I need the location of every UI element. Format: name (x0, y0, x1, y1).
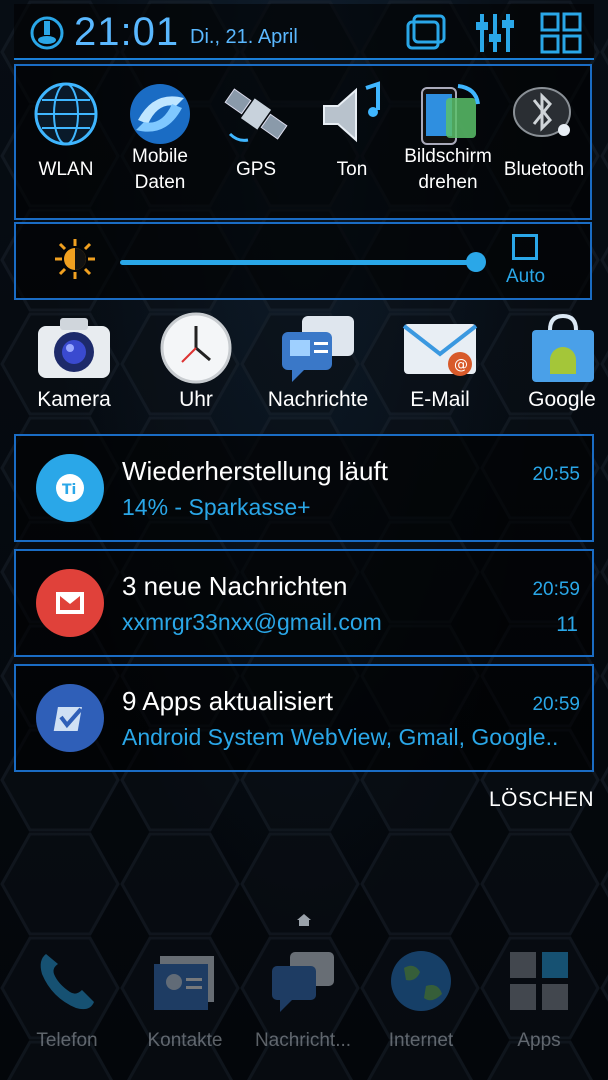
bluetooth-icon (513, 87, 571, 137)
notification-title: 3 neue Nachrichten (122, 571, 348, 601)
settings-sliders-icon[interactable] (472, 10, 518, 56)
dock-label: Kontakte (147, 1030, 223, 1051)
home-indicator-icon (297, 914, 311, 926)
apps-grid-icon (510, 952, 568, 1010)
qs-tile-bluetooth[interactable]: Bluetooth (496, 74, 592, 214)
gps-satellite-icon (224, 88, 288, 142)
shortcut-label: Uhr (179, 388, 213, 411)
notification-subtitle: Android System WebView, Gmail, Google.. (122, 724, 559, 750)
mobile-data-icon (130, 84, 190, 144)
notification-title: Wiederherstellung läuft (122, 456, 388, 486)
status-time: 21:01 (74, 10, 180, 54)
auto-brightness-checkbox[interactable] (512, 234, 538, 260)
clock-icon (160, 312, 232, 384)
brightness-sun-icon (55, 239, 95, 279)
power-icon[interactable] (30, 16, 64, 50)
notification-time: 20:59 (532, 694, 580, 715)
notification-card[interactable]: 3 neue Nachrichten xxmrgr33nxx@gmail.com… (14, 549, 594, 657)
notification-time: 20:59 (532, 579, 580, 600)
dock-label: Internet (388, 1030, 454, 1051)
edit-layout-icon[interactable] (538, 10, 584, 56)
brightness-slider-knob[interactable] (466, 252, 486, 272)
dock-label: Telefon (36, 1030, 98, 1051)
email-icon: @ (402, 324, 478, 376)
status-date: Di., 21. April (190, 26, 298, 48)
sound-icon (323, 81, 380, 143)
rotate-screen-icon (421, 84, 480, 145)
qs-tile-mobile-data[interactable]: Mobile Daten (112, 74, 208, 214)
notification-card[interactable]: Ti Wiederherstellung läuft 14% - Sparkas… (14, 434, 594, 542)
gmail-icon (36, 569, 104, 637)
qs-tile-gps[interactable]: GPS (208, 74, 304, 214)
app-shortcuts-row: Kamera Uhr Nachrichte @ E-Mail Google (14, 306, 608, 418)
shortcut-email[interactable]: @ E-Mail (380, 306, 500, 412)
shortcut-label: Google (528, 388, 596, 411)
notification-subtitle: xxmrgr33nxx@gmail.com (122, 609, 382, 635)
qs-label: Bildschirm drehen (404, 146, 492, 193)
shortcut-kamera[interactable]: Kamera (14, 306, 134, 412)
brightness-slider[interactable] (120, 260, 478, 265)
shortcut-nachrichten[interactable]: Nachrichte (258, 306, 378, 412)
svg-text:Ti: Ti (62, 482, 76, 498)
notification-time: 20:55 (532, 464, 580, 485)
quick-settings-panel: WLAN Mobile Daten GPS Ton Bildschirm dre… (14, 64, 592, 220)
messages-icon (282, 316, 354, 382)
qs-label: WLAN (38, 159, 94, 180)
svg-text:@: @ (454, 357, 468, 373)
camera-icon (38, 318, 110, 378)
play-store-update-icon (36, 684, 104, 752)
dock-label: Nachricht... (254, 1030, 352, 1051)
dock-item-internet[interactable]: Internet (362, 940, 480, 1052)
notification-card[interactable]: 9 Apps aktualisiert Android System WebVi… (14, 664, 594, 772)
notification-count: 11 (556, 613, 578, 636)
titanium-backup-icon: Ti (36, 454, 104, 522)
shortcut-label: Kamera (37, 388, 111, 411)
qs-label: Ton (336, 159, 368, 180)
shortcut-label: E-Mail (410, 388, 470, 411)
dock-label: Apps (517, 1030, 561, 1051)
qs-tile-sound[interactable]: Ton (304, 74, 400, 214)
globe-icon (391, 951, 451, 1011)
multi-window-icon[interactable] (404, 10, 450, 56)
clear-notifications-button[interactable]: LÖSCHEN (489, 788, 594, 812)
qs-tile-rotate[interactable]: Bildschirm drehen (400, 74, 496, 214)
shortcut-label: Nachrichte (267, 388, 369, 411)
auto-brightness-label: Auto (506, 266, 546, 287)
contacts-icon (154, 956, 214, 1010)
qs-label: Bluetooth (503, 159, 585, 180)
shortcut-uhr[interactable]: Uhr (136, 306, 256, 412)
status-header: 21:01 Di., 21. April (14, 4, 594, 60)
wifi-globe-icon (34, 82, 98, 146)
dock-item-kontakte[interactable]: Kontakte (126, 940, 244, 1052)
dock-item-apps[interactable]: Apps (480, 940, 598, 1052)
shortcut-google[interactable]: Google (502, 306, 608, 412)
google-play-icon (532, 313, 594, 382)
phone-icon (40, 954, 94, 1010)
qs-label: Mobile Daten (132, 146, 188, 193)
notification-title: 9 Apps aktualisiert (122, 686, 334, 716)
messages-icon (272, 952, 334, 1012)
dock: Telefon Kontakte Nachricht... Internet A… (0, 940, 608, 1080)
qs-label: GPS (235, 159, 277, 180)
brightness-panel: Auto (14, 222, 592, 300)
dock-item-telefon[interactable]: Telefon (8, 940, 126, 1052)
dock-item-nachrichten[interactable]: Nachricht... (244, 940, 362, 1052)
qs-tile-wlan[interactable]: WLAN (18, 74, 114, 214)
notification-subtitle: 14% - Sparkasse+ (122, 494, 311, 520)
